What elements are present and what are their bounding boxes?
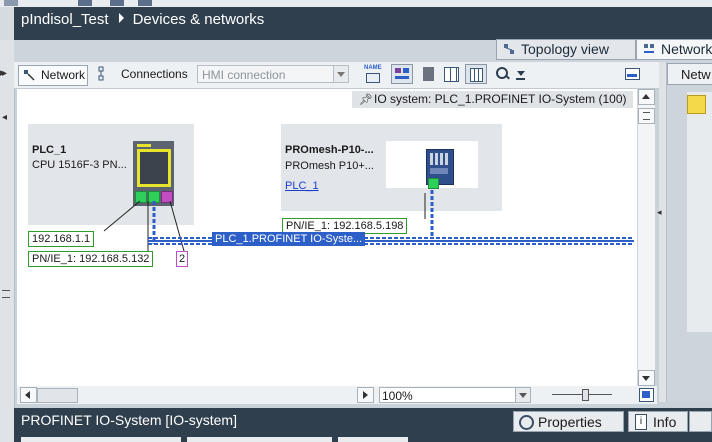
tab-network-overview[interactable]: Netw <box>667 63 712 85</box>
panel-collapse-arrow-icon[interactable]: ◂ <box>657 207 662 218</box>
scroll-left-icon[interactable] <box>20 387 37 403</box>
hardware-catalog-panel: ◂ <box>657 62 712 402</box>
catalog-list[interactable] <box>687 92 712 332</box>
catalog-filter-icon[interactable] <box>687 95 706 114</box>
scroll-thumb[interactable] <box>37 388 78 403</box>
plc-ip-label[interactable]: 192.168.1.1 <box>28 231 95 247</box>
plc-port-badge[interactable]: 2 <box>176 251 189 267</box>
horizontal-scrollbar[interactable] <box>17 386 657 404</box>
properties-icon <box>519 415 534 430</box>
inspector-subtab[interactable] <box>187 437 332 442</box>
inspector-subtab[interactable] <box>21 437 181 442</box>
zoom-select[interactable]: 100% <box>379 387 531 403</box>
tab-properties-label: Properties <box>538 414 602 430</box>
zoom-chevron-down-icon[interactable] <box>515 388 530 402</box>
info-icon: i <box>635 414 647 430</box>
scroll-split-icon[interactable] <box>638 108 655 124</box>
profinet-network-label[interactable]: PLC_1.PROFINET IO-Syste... <box>212 232 366 246</box>
tab-properties[interactable]: Properties <box>513 411 624 432</box>
zoom-value: 100% <box>382 389 413 403</box>
scroll-down-icon[interactable] <box>638 370 655 386</box>
plc-pnie-label[interactable]: PN/IE_1: 192.168.5.132 <box>28 251 154 267</box>
inspector-subtab[interactable] <box>338 437 408 442</box>
diagnostics-tab[interactable] <box>689 411 712 432</box>
zoom-slider-thumb[interactable] <box>582 389 589 401</box>
vertical-scrollbar[interactable] <box>637 89 655 386</box>
tab-info[interactable]: i Info <box>628 411 688 432</box>
scroll-right-icon[interactable] <box>357 387 374 403</box>
tab-info-label: Info <box>653 414 677 430</box>
fit-to-window-icon[interactable] <box>639 388 654 402</box>
inspector-title: PROFINET IO-System [IO-system] <box>21 412 237 428</box>
scroll-up-icon[interactable] <box>638 89 655 105</box>
panel-splitter[interactable] <box>659 62 667 402</box>
